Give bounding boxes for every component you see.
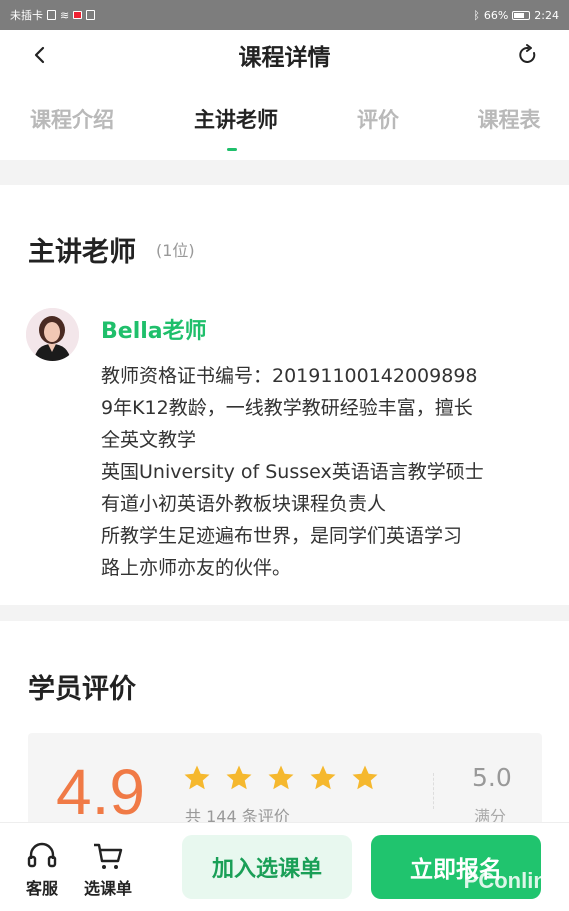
course-cart-button[interactable]: 选课单: [84, 841, 132, 899]
star-icon: [352, 765, 378, 790]
add-to-cart-button[interactable]: 加入选课单: [182, 835, 352, 899]
page-title: 课程详情: [238, 45, 331, 71]
teacher-section-title: 主讲老师: [28, 237, 136, 268]
customer-service-button[interactable]: 客服: [26, 841, 58, 899]
teacher-name[interactable]: Bella老师: [101, 313, 207, 345]
refresh-icon: [519, 44, 536, 63]
reviews-section-title: 学员评价: [28, 674, 136, 705]
tab-reviews[interactable]: 评价: [357, 104, 399, 134]
sim-status: 未插卡: [10, 9, 43, 22]
bottom-action-bar: 客服 选课单 加入选课单 立即报名: [0, 822, 569, 911]
teacher-desc-line: 教师资格证书编号：20191100142009898: [101, 365, 478, 387]
teacher-desc-line: 英国University of Sussex英语语言教学硕士: [101, 461, 484, 483]
teacher-count: (1位): [156, 241, 195, 260]
active-tab-indicator: [227, 148, 237, 151]
star-rating: [182, 763, 380, 793]
headset-icon: [27, 842, 57, 868]
teacher-description: 教师资格证书编号：20191100142009898 9年K12教龄，一线教学教…: [101, 360, 541, 584]
star-icon: [268, 765, 294, 790]
battery-level: 66%: [483, 8, 509, 22]
wifi-icon: ≋: [60, 8, 70, 22]
star-icon: [184, 765, 210, 790]
full-score: 5.0: [472, 763, 512, 792]
watermark-logo: PConline: [463, 868, 559, 893]
course-cart-label: 选课单: [84, 879, 133, 898]
sim-icon: [47, 10, 56, 20]
teacher-desc-line: 9年K12教龄，一线教学教研经验丰富，擅长: [101, 397, 473, 419]
status-right: ᛒ 66% 2:24: [473, 9, 559, 22]
tab-schedule[interactable]: 课程表: [478, 104, 541, 134]
tab-course-intro[interactable]: 课程介绍: [30, 104, 114, 134]
top-navigation: 课程详情 课程介绍 主讲老师 评价 课程表: [0, 30, 569, 160]
teacher-desc-line: 路上亦师亦友的伙伴。: [101, 557, 292, 579]
app-notification-icon: [86, 10, 96, 20]
teacher-desc-line: 全英文教学: [101, 429, 197, 451]
clock: 2:24: [534, 8, 559, 22]
rating-divider: [433, 773, 434, 809]
teacher-desc-line: 有道小初英语外教板块课程负责人: [101, 493, 387, 515]
teacher-photo: [26, 308, 79, 361]
reviews-section: 学员评价 4.9 共 144 条评价 5.0 满分: [0, 621, 569, 843]
notification-icon: [73, 11, 83, 19]
star-icon: [226, 765, 252, 790]
status-left: 未插卡 ≋: [10, 7, 96, 23]
tab-bar: 课程介绍 主讲老师 评价 课程表: [0, 104, 569, 144]
battery-icon: [512, 10, 531, 20]
bluetooth-icon: ᛒ: [473, 8, 480, 22]
teacher-section: 主讲老师 (1位) Bella老师 教师资格证书编号：2019110014200…: [0, 185, 569, 605]
average-score: 4.9: [56, 756, 145, 828]
star-icon: [310, 765, 336, 790]
teacher-avatar[interactable]: [26, 308, 79, 361]
refresh-button[interactable]: [513, 40, 543, 70]
customer-service-label: 客服: [26, 879, 59, 898]
status-bar: 未插卡 ≋ ᛒ 66% 2:24: [0, 0, 569, 30]
teacher-desc-line: 所教学生足迹遍布世界，是同学们英语学习: [101, 525, 463, 547]
shopping-cart-icon: [94, 843, 123, 869]
tab-teacher[interactable]: 主讲老师: [194, 104, 278, 134]
